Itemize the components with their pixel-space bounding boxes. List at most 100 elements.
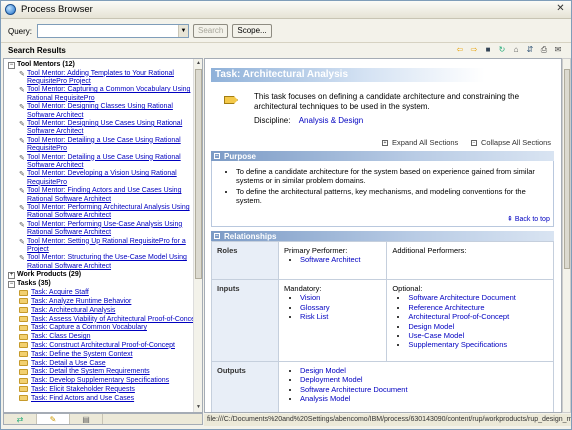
tab-search-icon[interactable]: ✎: [37, 414, 70, 424]
list-item: Task: Detail a Use Case: [4, 359, 194, 368]
tool-mentor-link[interactable]: Tool Mentor: Performing Architectural An…: [17, 204, 194, 221]
search-button[interactable]: Search: [193, 24, 229, 38]
tool-mentor-icon: ✎: [19, 154, 25, 162]
outputs-cell: Design ModelDeployment ModelSoftware Arc…: [278, 361, 554, 412]
tool-mentor-link[interactable]: Tool Mentor: Capturing a Common Vocabula…: [17, 86, 194, 103]
outputs-label: Outputs: [211, 361, 279, 412]
chevron-down-icon[interactable]: ▼: [178, 25, 189, 37]
input-link[interactable]: Risk List: [300, 312, 328, 321]
list-item: Task: Analyze Runtime Behavior: [4, 297, 194, 306]
tool-mentor-link[interactable]: Tool Mentor: Setting Up Rational Requisi…: [17, 238, 194, 255]
input-link[interactable]: Design Model: [408, 322, 454, 331]
tab-page-icon[interactable]: ▤: [70, 414, 103, 424]
print-icon[interactable]: ⎙: [539, 45, 549, 55]
scroll-up-icon[interactable]: ▲: [194, 59, 202, 68]
folder-icon: [19, 289, 28, 296]
task-link[interactable]: Task: Class Design: [31, 333, 91, 340]
tool-mentor-link[interactable]: Tool Mentor: Designing Classes Using Rat…: [17, 103, 194, 120]
folder-icon: [19, 342, 28, 349]
discipline-link[interactable]: Analysis & Design: [299, 116, 363, 125]
mail-icon[interactable]: ✉: [553, 45, 563, 55]
content-scroll-thumb[interactable]: [564, 69, 570, 269]
folder-icon: [19, 324, 28, 331]
back-icon[interactable]: ⇦: [455, 45, 465, 55]
task-link[interactable]: Task: Capture a Common Vocabulary: [31, 324, 147, 331]
task-link[interactable]: Task: Analyze Runtime Behavior: [31, 298, 131, 305]
tool-mentor-link[interactable]: Tool Mentor: Detailing a Use Case Using …: [17, 154, 194, 171]
roles-row: Roles Primary Performer: Software Archit…: [211, 241, 554, 280]
tree-scrollbar[interactable]: ▲ ▼: [193, 59, 202, 412]
tool-mentor-link[interactable]: Tool Mentor: Developing a Vision Using R…: [17, 170, 194, 187]
input-link[interactable]: Glossary: [300, 303, 330, 312]
collapse-icon[interactable]: −: [8, 280, 15, 288]
collapse-icon[interactable]: −: [214, 153, 220, 159]
relationships-section-header[interactable]: − Relationships: [211, 231, 554, 241]
back-to-top-link[interactable]: ⇞ Back to top: [507, 215, 550, 223]
output-link[interactable]: Design Model: [300, 366, 346, 375]
task-link[interactable]: Task: Develop Supplementary Specificatio…: [31, 377, 169, 384]
tool-mentor-icon: ✎: [19, 137, 25, 145]
task-link[interactable]: Task: Construct Architectural Proof-of-C…: [31, 342, 175, 349]
task-link[interactable]: Task: Architectural Analysis: [31, 307, 115, 314]
input-link[interactable]: Supplementary Specifications: [408, 340, 507, 349]
list-item: Task: Define the System Context: [4, 350, 194, 359]
tool-mentor-link[interactable]: Tool Mentor: Designing Use Cases Using R…: [17, 120, 194, 137]
list-item: ✎ Tool Mentor: Detailing a Use Case Using…: [4, 154, 194, 171]
input-link[interactable]: Architectural Proof-of-Concept: [408, 312, 509, 321]
list-item: ✎ Tool Mentor: Setting Up Rational Requis…: [4, 238, 194, 255]
list-item: Deployment Model: [300, 375, 548, 384]
expand-all-button[interactable]: + Expand All Sections: [382, 138, 458, 147]
collapse-icon[interactable]: −: [8, 62, 15, 69]
output-link[interactable]: Deployment Model: [300, 375, 363, 384]
collapse-icon[interactable]: −: [214, 233, 220, 239]
list-item: Use-Case Model: [408, 331, 548, 340]
close-icon[interactable]: ✕: [555, 4, 566, 15]
content-scrollbar[interactable]: [562, 58, 571, 413]
collapse-all-button[interactable]: − Collapse All Sections: [471, 138, 551, 147]
tool-mentor-link[interactable]: Tool Mentor: Structuring the Use-Case Mo…: [17, 254, 194, 271]
input-link[interactable]: Use-Case Model: [408, 331, 464, 340]
query-input[interactable]: ▼: [37, 24, 190, 38]
input-link[interactable]: Reference Architecture: [408, 303, 484, 312]
refresh-icon[interactable]: ↻: [497, 45, 507, 55]
task-link[interactable]: Task: Find Actors and Use Cases: [31, 395, 134, 402]
tree-node-tool-mentors[interactable]: − Tool Mentors (12): [4, 61, 194, 70]
sync-icon[interactable]: ⇵: [525, 45, 535, 55]
tab-sync-icon[interactable]: ⇄: [4, 414, 37, 424]
input-link[interactable]: Vision: [300, 293, 320, 302]
scope-button[interactable]: Scope...: [232, 24, 272, 38]
scroll-thumb[interactable]: [195, 69, 202, 279]
tree-node-work-products[interactable]: + Work Products (29): [4, 271, 194, 280]
task-link[interactable]: Task: Elicit Stakeholder Requests: [31, 386, 135, 393]
list-item: Vision: [300, 293, 381, 302]
tool-strip: Search Results ⇦ ⇨ ■ ↻ ⌂ ⇵ ⎙ ✉: [1, 42, 571, 58]
expand-icon[interactable]: +: [8, 272, 15, 280]
tool-mentor-link[interactable]: Tool Mentor: Performing Use-Case Analysi…: [17, 221, 194, 238]
folder-icon: [19, 377, 28, 384]
folder-icon: [19, 360, 28, 367]
tree-node-tasks[interactable]: − Tasks (35): [4, 280, 194, 289]
task-link[interactable]: Task: Detail the System Requirements: [31, 368, 150, 375]
input-link[interactable]: Software Architecture Document: [408, 293, 516, 302]
forward-icon[interactable]: ⇨: [469, 45, 479, 55]
scroll-down-icon[interactable]: ▼: [194, 403, 202, 412]
purpose-section-header[interactable]: − Purpose: [211, 151, 554, 161]
home-icon[interactable]: ⌂: [511, 45, 521, 55]
tool-mentor-link[interactable]: Tool Mentor: Detailing a Use Case Using …: [17, 137, 194, 154]
output-link[interactable]: Analysis Model: [300, 394, 350, 403]
inputs-mandatory-cell: Mandatory: VisionGlossaryRisk List: [277, 279, 388, 362]
output-link[interactable]: Software Architecture Document: [300, 385, 408, 394]
task-link[interactable]: Task: Define the System Context: [31, 351, 133, 358]
list-item: ✎ Tool Mentor: Designing Use Cases Using …: [4, 120, 194, 137]
task-link[interactable]: Task: Detail a Use Case: [31, 360, 106, 367]
task-link[interactable]: Task: Acquire Staff: [31, 289, 89, 296]
role-link[interactable]: Software Architect: [300, 255, 360, 264]
task-link[interactable]: Task: Assess Viability of Architectural …: [31, 316, 201, 323]
tool-mentor-link[interactable]: Tool Mentor: Finding Actors and Use Case…: [17, 187, 194, 204]
task-title: Task: Architectural Analysis: [215, 69, 349, 80]
stop-icon[interactable]: ■: [483, 45, 493, 55]
purpose-title: Purpose: [224, 151, 257, 161]
tool-mentor-link[interactable]: Tool Mentor: Adding Templates to Your Ra…: [17, 70, 194, 87]
relationships-title: Relationships: [224, 231, 277, 241]
task-arrow-icon: [224, 96, 238, 104]
